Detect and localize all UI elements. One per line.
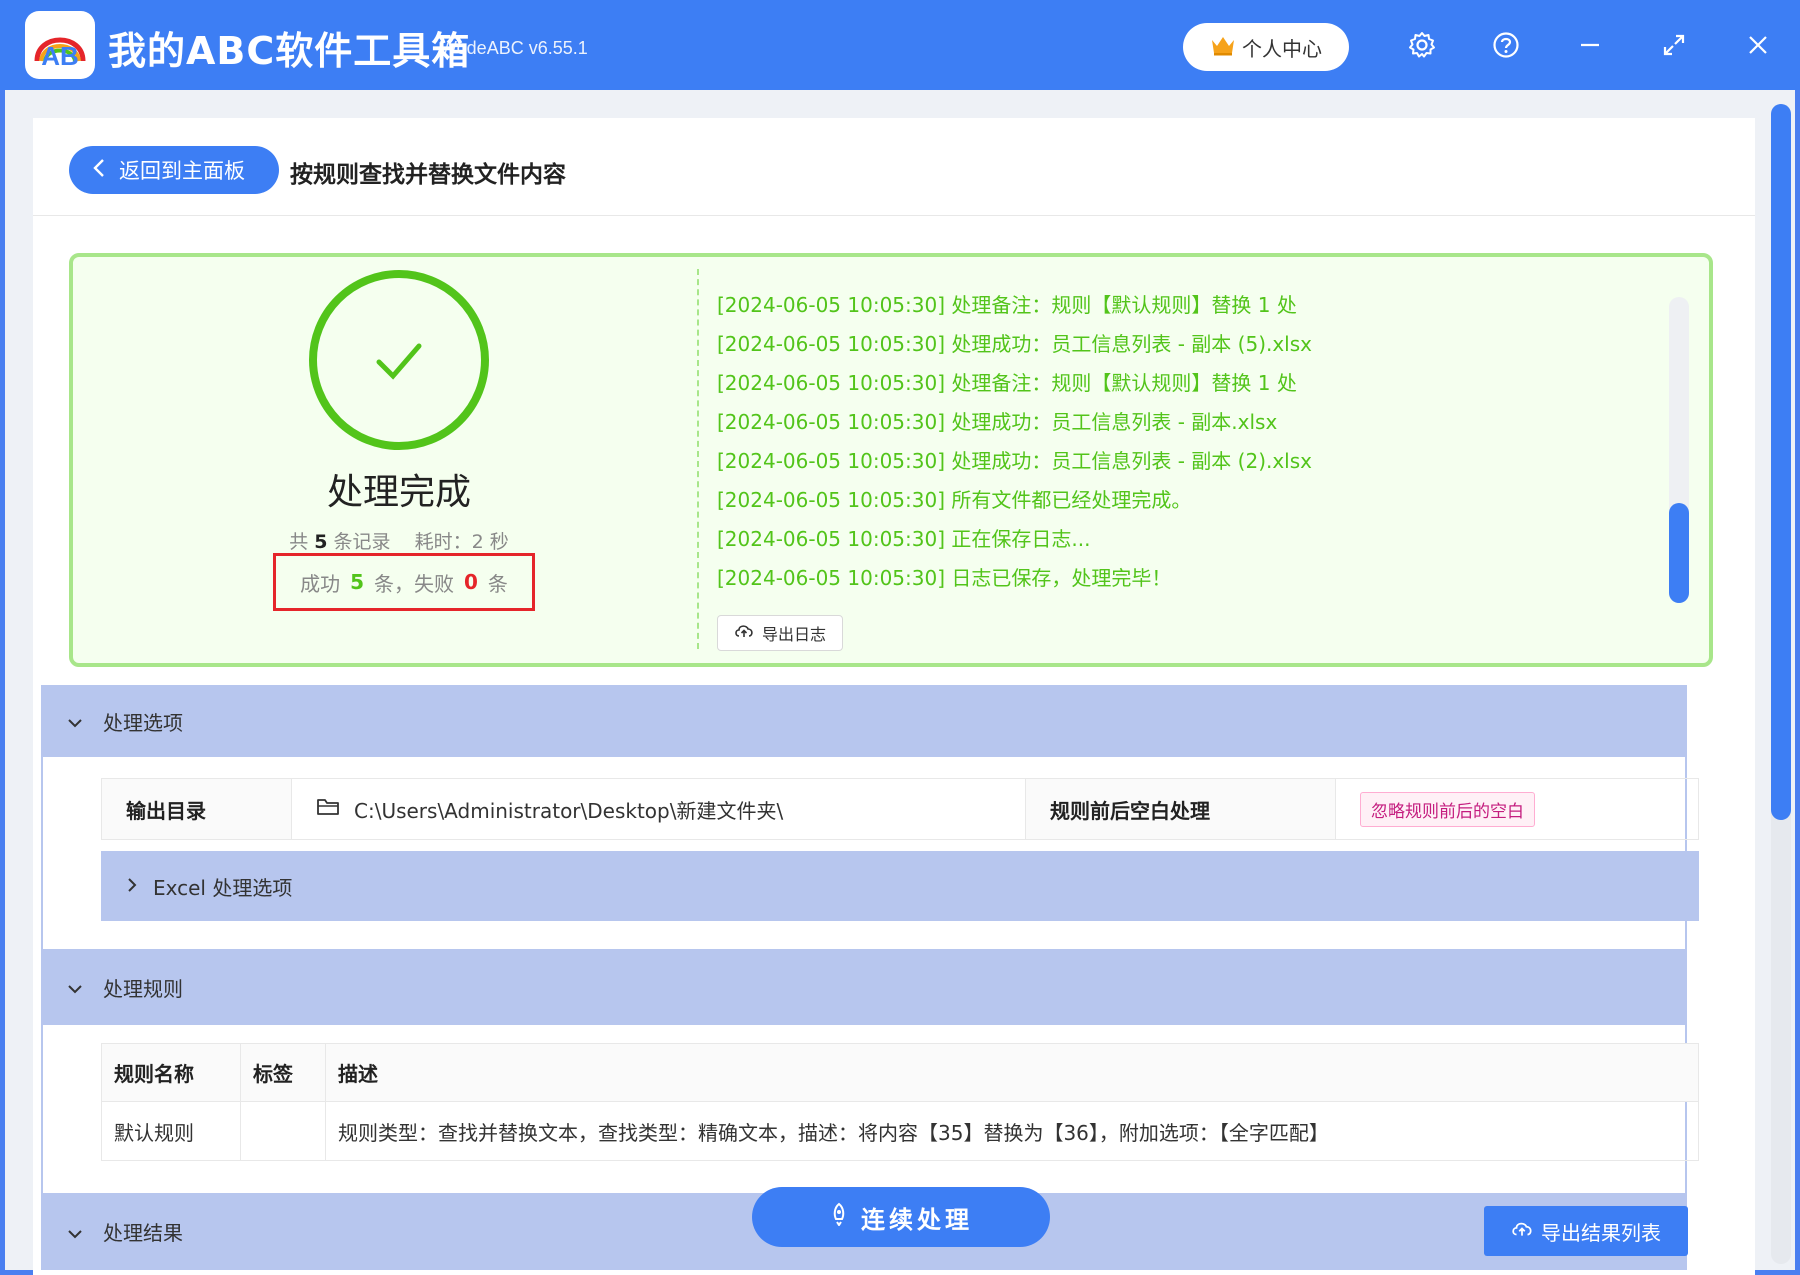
rule-name-cell: 默认规则 [102,1102,241,1160]
log-line: [2024-06-05 10:05:30] 所有文件都已经处理完成。 [717,488,1192,512]
cloud-upload-icon [1511,1219,1533,1243]
window-scrollbar-thumb[interactable] [1771,104,1791,820]
table-row[interactable]: 默认规则 规则类型：查找并替换文本，查找类型：精确文本，描述：将内容【35】替换… [102,1102,1698,1160]
process-log: [2024-06-05 10:05:30] 处理备注：规则【默认规则】替换 1 … [717,289,1677,601]
options-section-title: 处理选项 [103,710,183,735]
output-dir-field[interactable]: C:\Users\Administrator\Desktop\新建文件夹\ [292,779,1026,839]
result-panel: 处理完成 共 5 条记录 耗时：2 秒 成功 5 条，失败 0 条 [2024-06… [69,253,1713,667]
column-header: 描述 [338,1062,378,1086]
window-scrollbar[interactable] [1771,104,1791,1264]
app-title: 我的ABC软件工具箱 [108,29,471,73]
fail-suffix: 条 [487,571,508,596]
chevron-right-icon [127,874,137,898]
app-version: WodeABC v6.55.1 [440,38,588,58]
log-line: [2024-06-05 10:05:30] 处理成功：员工信息列表 - 副本.x… [717,410,1278,434]
rule-description-cell: 规则类型：查找并替换文本，查找类型：精确文本，描述：将内容【35】替换为【36】… [338,1120,1329,1145]
user-center-button[interactable]: 个人中心 [1183,23,1349,71]
whitespace-value: 忽略规则前后的空白 [1336,779,1698,839]
continue-processing-label: 连续处理 [861,1205,973,1234]
export-log-button[interactable]: 导出日志 [717,615,843,651]
log-line: [2024-06-05 10:05:30] 正在保存日志... [717,527,1091,551]
crown-icon [1210,34,1236,61]
whitespace-tag: 忽略规则前后的空白 [1360,791,1535,827]
rules-section-title: 处理规则 [103,976,183,1001]
rules-table: 规则名称 标签 描述 默认规则 规则类型：查找并替换文本，查找类型：精确文本，描… [101,1043,1699,1161]
record-summary: 共 5 条记录 耗时：2 秒 [233,527,565,554]
elapsed-time: 耗时：2 秒 [414,531,509,553]
folder-icon [316,797,340,822]
log-scrollbar-thumb[interactable] [1669,503,1689,603]
log-line: [2024-06-05 10:05:30] 处理备注：规则【默认规则】替换 1 … [717,371,1297,395]
column-header: 规则名称 [102,1044,241,1101]
success-fail-counts: 成功 5 条，失败 0 条 [273,553,535,611]
close-icon[interactable] [1741,28,1775,62]
back-to-dashboard-button[interactable]: 返回到主面板 [69,146,279,194]
output-dir-path: C:\Users\Administrator\Desktop\新建文件夹\ [354,798,784,823]
chevron-down-icon [67,709,83,733]
log-line: [2024-06-05 10:05:30] 处理备注：规则【默认规则】替换 1 … [717,293,1297,317]
continue-processing-button[interactable]: 连续处理 [752,1187,1050,1247]
success-check-icon [309,270,489,450]
whitespace-label: 规则前后空白处理 [1026,779,1336,839]
total-suffix: 条记录 [333,531,391,553]
app-logo: AB [25,11,95,79]
log-line: [2024-06-05 10:05:30] 处理成功：员工信息列表 - 副本 (… [717,449,1312,473]
fail-count: 0 [464,570,478,594]
column-header: 标签 [241,1044,326,1101]
excel-options-title: Excel 处理选项 [153,875,293,900]
results-section-title: 处理结果 [103,1221,183,1245]
logo-text: AB [41,41,79,71]
minimize-icon[interactable] [1573,28,1607,62]
help-icon[interactable] [1489,28,1523,62]
chevron-down-icon [67,975,83,999]
maximize-icon[interactable] [1657,28,1691,62]
fail-label: 条，失败 [374,571,454,596]
cloud-upload-icon [734,623,754,643]
log-line: [2024-06-05 10:05:30] 处理成功：员工信息列表 - 副本 (… [717,332,1312,356]
export-results-label: 导出结果列表 [1541,1220,1661,1245]
success-label: 成功 [300,571,341,596]
options-section-header[interactable]: 处理选项 [41,685,1687,757]
rules-section-header[interactable]: 处理规则 [41,949,1687,1025]
rules-table-header: 规则名称 标签 描述 [102,1044,1698,1102]
export-results-button[interactable]: 导出结果列表 [1484,1206,1688,1256]
log-line: [2024-06-05 10:05:30] 日志已保存，处理完毕！ [717,566,1172,590]
rocket-icon [829,1202,849,1232]
options-table: 输出目录 C:\Users\Administrator\Desktop\新建文件… [101,778,1699,840]
success-count: 5 [350,570,364,594]
result-divider [697,269,699,649]
status-text: 处理完成 [326,472,471,513]
log-scrollbar[interactable] [1669,297,1689,603]
output-dir-label: 输出目录 [102,779,292,839]
page-header: 返回到主面板 按规则查找并替换文件内容 [33,118,1755,216]
total-prefix: 共 [289,531,309,553]
chevron-left-icon [93,158,105,183]
gear-icon[interactable] [1405,28,1439,62]
total-count: 5 [314,531,328,553]
back-button-label: 返回到主面板 [119,159,245,183]
user-center-label: 个人中心 [1242,36,1322,61]
excel-options-header[interactable]: Excel 处理选项 [101,851,1699,921]
title-bar: AB 我的ABC软件工具箱 WodeABC v6.55.1 个人中心 [0,0,1800,90]
export-log-label: 导出日志 [761,625,826,644]
rule-tag-cell [241,1102,326,1160]
page-title: 按规则查找并替换文件内容 [290,162,566,188]
chevron-down-icon [67,1220,83,1244]
main-window: 返回到主面板 按规则查找并替换文件内容 处理完成 共 5 条记录 耗时：2 秒 成功… [5,90,1795,1275]
